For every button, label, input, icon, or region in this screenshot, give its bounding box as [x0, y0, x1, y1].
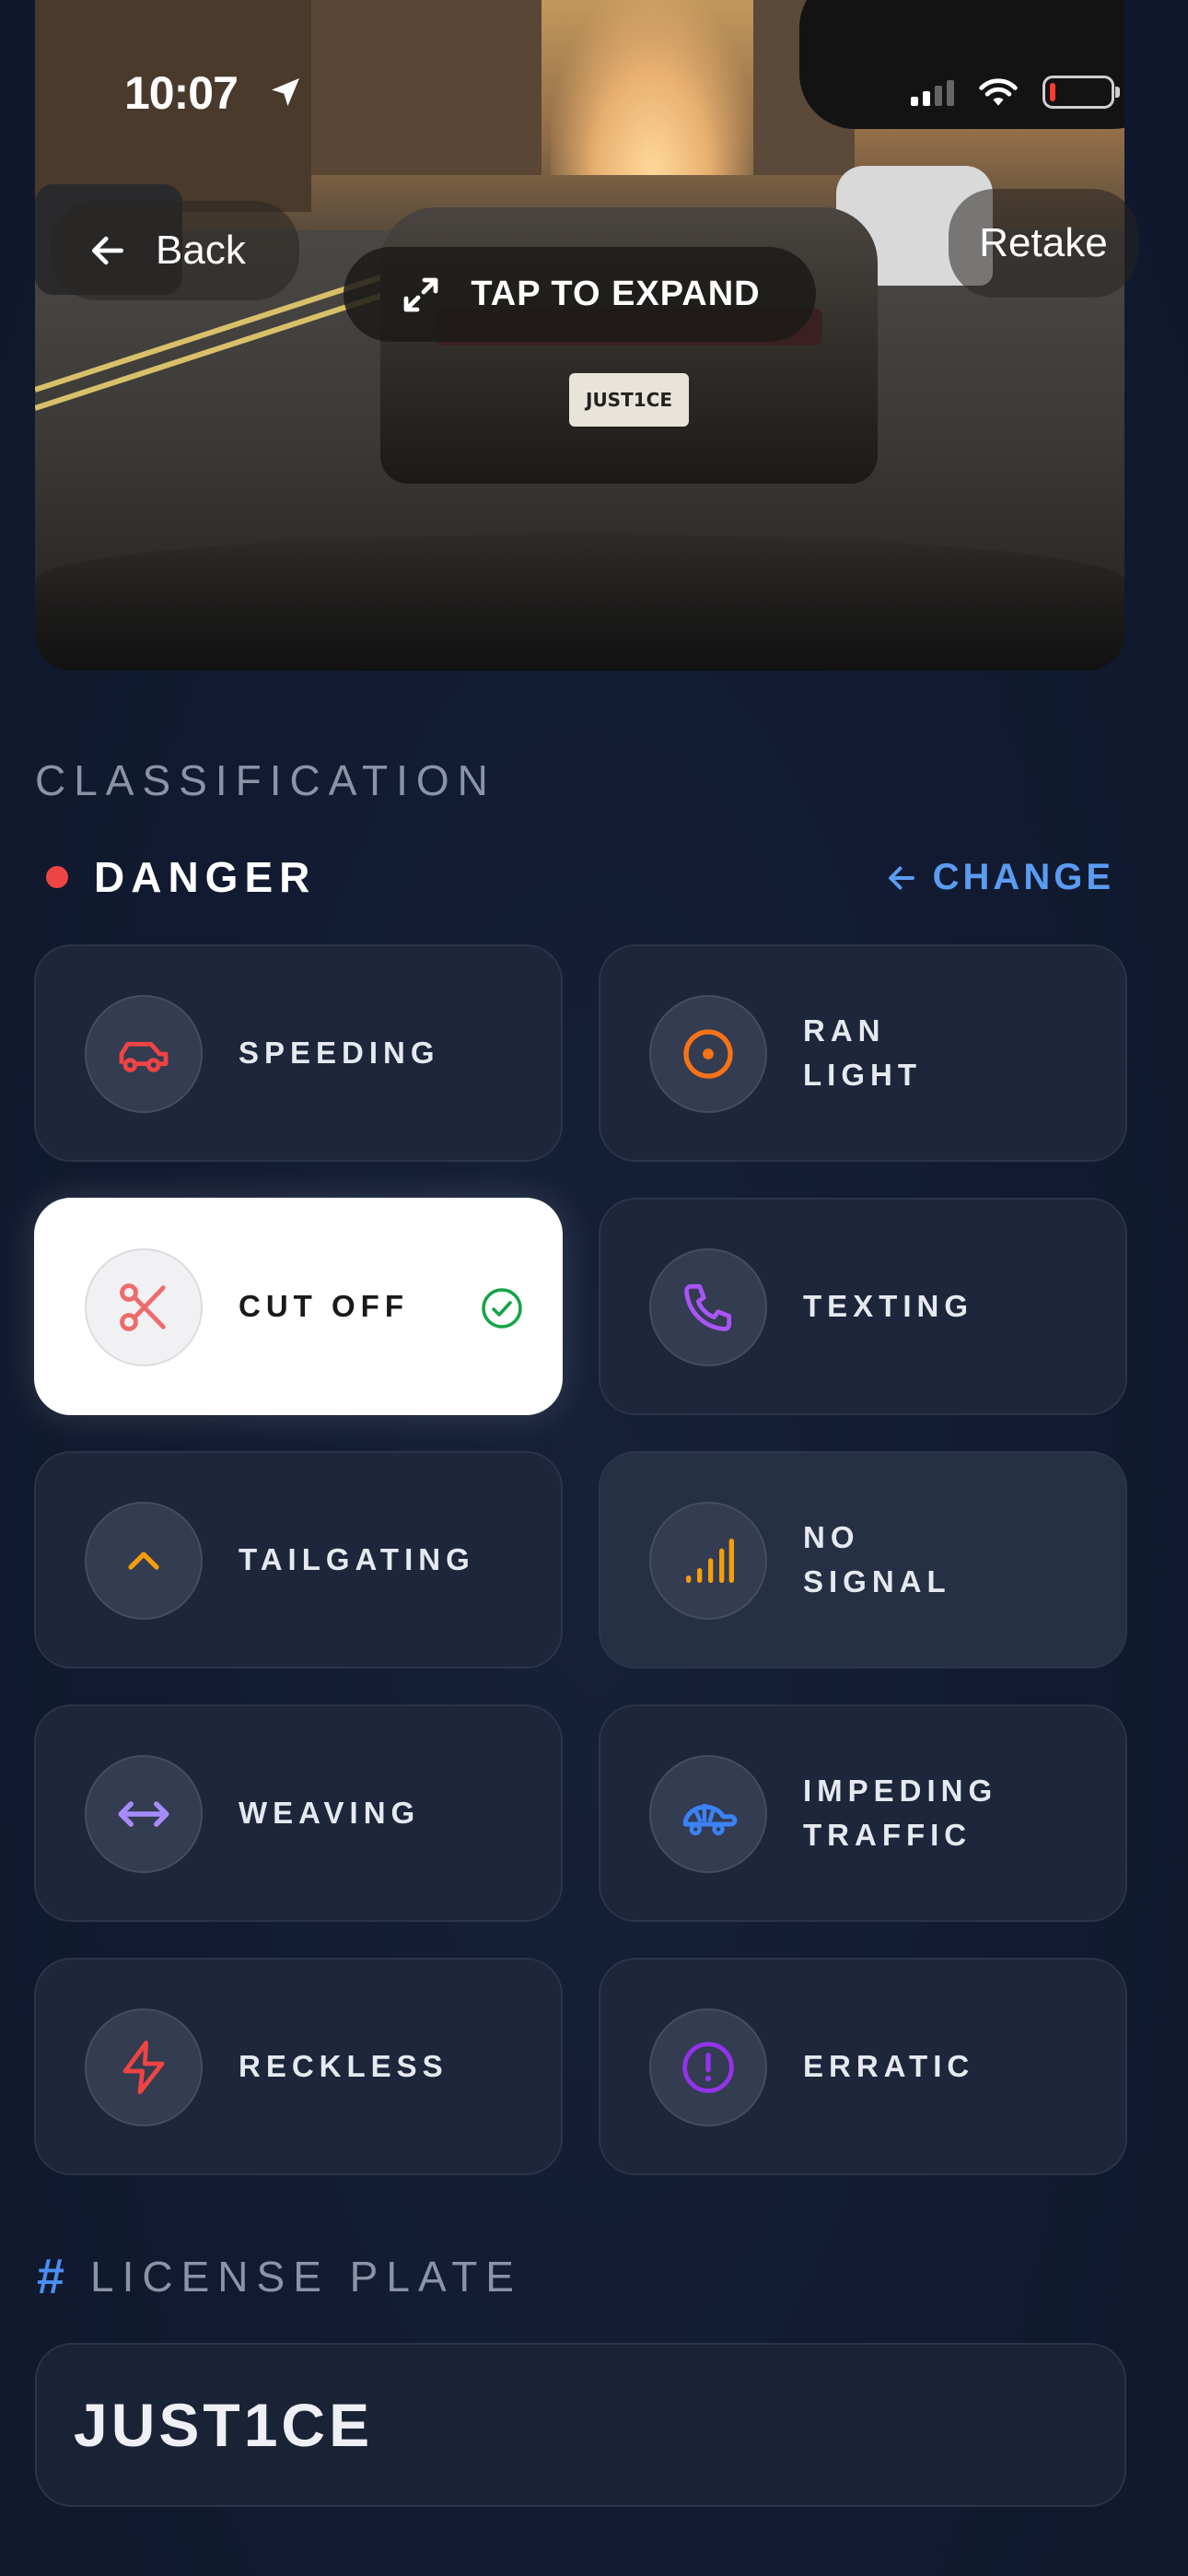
option-texting[interactable]: TEXTING — [599, 1198, 1127, 1415]
photo-mirror — [799, 0, 1124, 129]
target-icon — [683, 1029, 733, 1079]
check-circle-icon — [482, 1288, 522, 1329]
turtle-icon — [682, 1804, 738, 1836]
photo-sky — [551, 0, 753, 175]
option-speeding[interactable]: SPEEDING — [34, 944, 563, 1162]
status-icons — [911, 76, 1120, 109]
phone-icon — [684, 1283, 732, 1331]
option-label: IMPEDING TRAFFIC — [803, 1774, 998, 1852]
back-label: Back — [156, 228, 246, 273]
battery-icon — [1042, 76, 1120, 109]
severity-dot-icon — [46, 866, 68, 888]
option-icon-wrap — [85, 1502, 203, 1620]
alert-circle-icon — [682, 2042, 734, 2093]
option-icon-wrap — [85, 995, 203, 1113]
option-icon-wrap — [85, 2008, 203, 2126]
option-icon-wrap — [649, 1755, 767, 1873]
wifi-icon — [979, 78, 1018, 106]
option-label: NO SIGNAL — [803, 1520, 951, 1598]
severity-indicator: DANGER — [46, 852, 316, 902]
chevron-up-icon — [128, 1551, 159, 1570]
license-plate-label: LICENSE PLATE — [90, 2253, 522, 2301]
option-label: TAILGATING — [239, 1542, 475, 1576]
photo-plate: JUST1CE — [569, 373, 689, 427]
option-cut-off[interactable]: CUT OFF — [34, 1198, 563, 1415]
option-label: ERRATIC — [803, 2049, 975, 2083]
option-ran-light[interactable]: RAN LIGHT — [599, 944, 1127, 1162]
option-icon-wrap — [649, 1502, 767, 1620]
option-label: WEAVING — [239, 1796, 421, 1830]
arrow-left-icon — [91, 236, 124, 265]
retake-label: Retake — [979, 220, 1108, 265]
license-plate-heading: # LICENSE PLATE — [37, 2248, 522, 2305]
change-severity-button[interactable]: CHANGE — [885, 857, 1114, 898]
option-icon-wrap — [85, 1248, 203, 1366]
option-no-signal[interactable]: NO SIGNAL — [599, 1451, 1127, 1669]
photo-dashboard — [35, 534, 1124, 671]
app-screen: JUST1CE 10:07 Back Retake TAP TO EXPAND — [0, 0, 1188, 2576]
option-label: TEXTING — [803, 1289, 974, 1323]
signal-bars-icon — [686, 1539, 734, 1583]
option-icon-wrap — [85, 1755, 203, 1873]
option-label: RECKLESS — [239, 2049, 448, 2083]
change-label: CHANGE — [932, 857, 1114, 897]
license-plate-value: JUST1CE — [74, 2391, 374, 2459]
expand-icon — [403, 277, 438, 311]
hash-icon: # — [37, 2249, 65, 2304]
option-icon-wrap — [649, 995, 767, 1113]
back-button[interactable]: Back — [51, 201, 299, 300]
status-time: 10:07 — [124, 67, 239, 119]
location-arrow-icon — [272, 78, 299, 106]
option-label: RAN LIGHT — [803, 1013, 922, 1092]
scissors-icon — [120, 1283, 166, 1331]
option-tailgating[interactable]: TAILGATING — [34, 1451, 563, 1669]
option-label: CUT OFF — [239, 1289, 409, 1323]
tap-to-expand-button[interactable]: TAP TO EXPAND — [344, 247, 816, 342]
arrow-left-icon — [888, 866, 914, 889]
option-erratic[interactable]: ERRATIC — [599, 1958, 1127, 2175]
car-icon — [119, 1041, 169, 1072]
classification-heading: CLASSIFICATION — [35, 756, 496, 804]
cellular-signal-icon — [911, 78, 954, 106]
severity-label: DANGER — [94, 853, 317, 901]
option-icon-wrap — [649, 1248, 767, 1366]
license-plate-input[interactable]: JUST1CE — [35, 2343, 1126, 2507]
lightning-icon — [122, 2040, 165, 2095]
option-impeding-traffic[interactable]: IMPEDING TRAFFIC — [599, 1704, 1127, 1922]
option-reckless[interactable]: RECKLESS — [34, 1958, 563, 2175]
option-weaving[interactable]: WEAVING — [34, 1704, 563, 1922]
option-label: SPEEDING — [239, 1036, 440, 1070]
expand-label: TAP TO EXPAND — [471, 275, 761, 313]
retake-button[interactable]: Retake — [949, 189, 1138, 298]
option-icon-wrap — [649, 2008, 767, 2126]
arrows-horizontal-icon — [118, 1801, 169, 1827]
